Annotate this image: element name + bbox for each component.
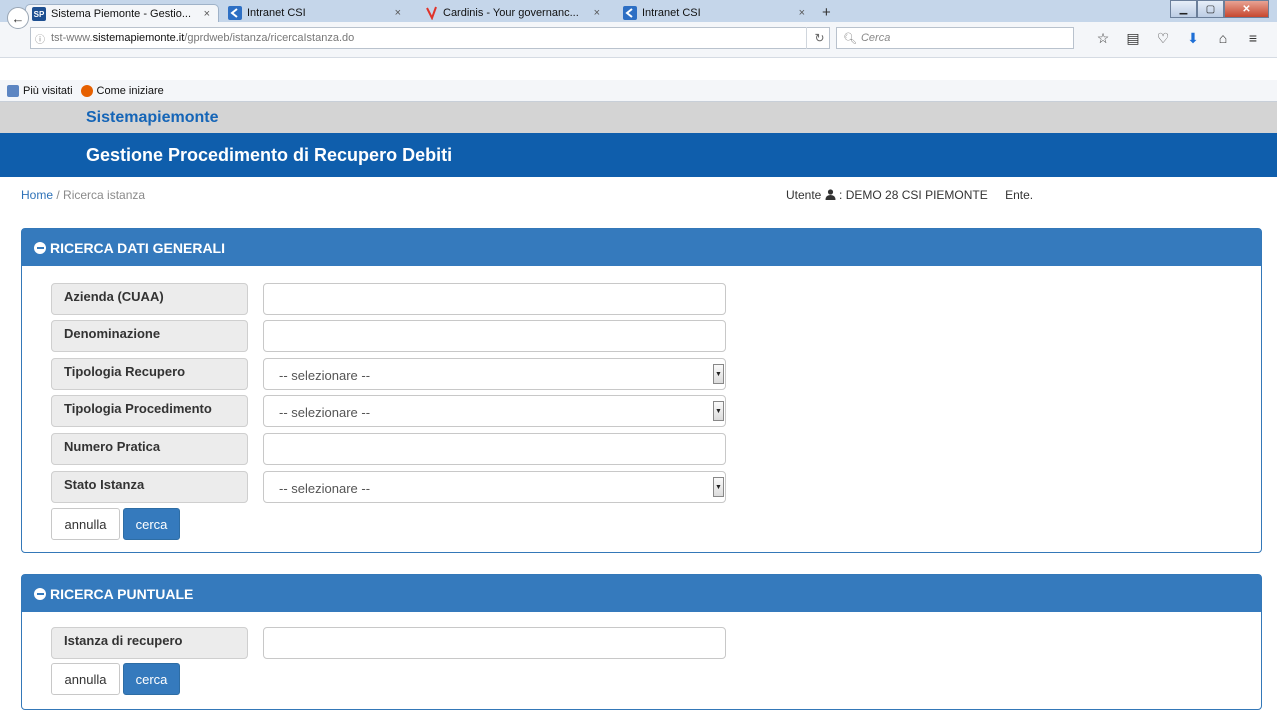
reading-list-icon[interactable]: ▤ xyxy=(1118,27,1148,49)
site-header: Sistemapiemonte xyxy=(0,102,1277,133)
user-name: : DEMO 28 CSI PIEMONTE xyxy=(839,188,988,202)
bookmark-piu-visitati[interactable]: Più visitati xyxy=(7,84,73,97)
label-stato-istanza: Stato Istanza xyxy=(51,471,248,503)
tab-title: Intranet CSI xyxy=(247,7,306,19)
search-icon: 🔍︎ xyxy=(843,32,857,45)
search-input[interactable]: 🔍︎ Cerca xyxy=(836,27,1074,49)
user-label: Utente xyxy=(786,188,822,202)
label-numero-pratica: Numero Pratica xyxy=(51,433,248,465)
label-istanza-di-recupero: Istanza di recupero xyxy=(51,627,248,659)
cardinis-favicon-icon xyxy=(424,6,438,20)
firefox-icon xyxy=(80,84,93,97)
user-icon xyxy=(825,188,839,202)
chevron-down-icon[interactable]: ▼ xyxy=(713,477,724,497)
label-azienda-cuaa: Azienda (CUAA) xyxy=(51,283,248,315)
istanza-di-recupero-input[interactable] xyxy=(263,627,726,659)
tipologia-recupero-select[interactable]: -- selezionare -- ▼ xyxy=(263,358,726,390)
browser-toolbar: ☆ ▤ ♡ ⬇ ⌂ ≡ xyxy=(1088,27,1268,49)
stato-istanza-select[interactable]: -- selezionare -- ▼ xyxy=(263,471,726,503)
panel-ricerca-puntuale: RICERCA PUNTUALE Istanza di recupero ann… xyxy=(21,574,1262,710)
url-prefix: tst-www. xyxy=(51,32,93,44)
collapse-icon[interactable] xyxy=(34,587,46,600)
panel-header[interactable]: RICERCA DATI GENERALI xyxy=(22,229,1261,266)
annulla-button[interactable]: annulla xyxy=(51,663,120,695)
menu-icon[interactable]: ≡ xyxy=(1238,27,1268,49)
cerca-button[interactable]: cerca xyxy=(123,508,180,540)
tab-title: Intranet CSI xyxy=(642,7,701,19)
user-ente: Ente. xyxy=(1005,188,1034,202)
bookmark-come-iniziare[interactable]: Come iniziare xyxy=(80,84,164,97)
csi-favicon-icon xyxy=(228,6,242,20)
select-value: -- selezionare -- xyxy=(279,405,371,420)
reload-icon[interactable]: ↻ xyxy=(806,27,832,49)
chevron-down-icon[interactable]: ▼ xyxy=(713,401,724,421)
chevron-down-icon[interactable]: ▼ xyxy=(713,364,724,384)
annulla-button[interactable]: annulla xyxy=(51,508,120,540)
close-tab-icon[interactable]: × xyxy=(594,7,600,19)
breadcrumb-current: Ricerca istanza xyxy=(63,188,146,202)
collapse-icon[interactable] xyxy=(34,241,46,254)
address-bar[interactable]: ⓘ tst-www. sistemapiemonte.it/gprdweb/ist… xyxy=(30,27,830,49)
user-info: Utente : DEMO 28 CSI PIEMONTE Ente. xyxy=(786,188,1033,202)
denominazione-input[interactable] xyxy=(263,320,726,352)
close-tab-icon[interactable]: × xyxy=(799,7,805,19)
search-placeholder: Cerca xyxy=(860,32,891,44)
breadcrumb-separator: / xyxy=(56,188,60,202)
panel-title: RICERCA DATI GENERALI xyxy=(50,239,225,256)
select-value: -- selezionare -- xyxy=(279,481,371,496)
breadcrumb-home-link[interactable]: Home xyxy=(21,188,53,202)
back-button[interactable]: ← xyxy=(7,7,29,29)
label-denominazione: Denominazione xyxy=(51,320,248,352)
bookmark-folder-icon xyxy=(7,84,19,97)
site-name-link[interactable]: Sistemapiemonte xyxy=(86,109,218,127)
sp-favicon-icon: SP xyxy=(32,7,46,21)
bookmark-label: Come iniziare xyxy=(96,84,164,97)
new-tab-button[interactable]: + xyxy=(822,4,831,21)
minimize-icon[interactable]: ▁ xyxy=(1170,0,1197,18)
panel-title: RICERCA PUNTUALE xyxy=(50,585,194,602)
tab-sistema-piemonte[interactable]: SP Sistema Piemonte - Gestio... × xyxy=(25,4,219,23)
app-header: Gestione Procedimento di Recupero Debiti xyxy=(0,133,1277,177)
bookmark-label: Più visitati xyxy=(23,84,73,97)
tab-cardinis[interactable]: Cardinis - Your governanc... × xyxy=(418,4,608,22)
numero-pratica-input[interactable] xyxy=(263,433,726,465)
tab-intranet-csi-2[interactable]: Intranet CSI × xyxy=(617,4,813,22)
maximize-icon[interactable]: ▢ xyxy=(1197,0,1224,18)
window-controls: ▁ ▢ ✕ xyxy=(1170,0,1269,18)
close-tab-icon[interactable]: × xyxy=(204,8,210,20)
close-tab-icon[interactable]: × xyxy=(395,7,401,19)
label-tipologia-procedimento: Tipologia Procedimento xyxy=(51,395,248,427)
url-path: /gprdweb/istanza/ricercaIstanza.do xyxy=(184,32,355,44)
bookmarks-bar: Più visitati Come iniziare xyxy=(0,80,1277,102)
arrow-left-icon: ← xyxy=(11,10,25,26)
tipologia-procedimento-select[interactable]: -- selezionare -- ▼ xyxy=(263,395,726,427)
pocket-icon[interactable]: ♡ xyxy=(1148,27,1178,49)
info-icon: ⓘ xyxy=(35,34,45,46)
panel-ricerca-dati-generali: RICERCA DATI GENERALI Azienda (CUAA) Den… xyxy=(21,228,1262,553)
download-icon[interactable]: ⬇ xyxy=(1178,27,1208,49)
csi-favicon-icon xyxy=(623,6,637,20)
tab-title: Sistema Piemonte - Gestio... xyxy=(51,8,191,20)
tab-intranet-csi-1[interactable]: Intranet CSI × xyxy=(222,4,409,22)
home-icon[interactable]: ⌂ xyxy=(1208,27,1238,49)
breadcrumb: Home / Ricerca istanza xyxy=(21,188,145,202)
url-domain: sistemapiemonte.it xyxy=(92,32,185,44)
close-window-icon[interactable]: ✕ xyxy=(1224,0,1269,18)
cerca-button[interactable]: cerca xyxy=(123,663,180,695)
tab-title: Cardinis - Your governanc... xyxy=(443,7,579,19)
label-tipologia-recupero: Tipologia Recupero xyxy=(51,358,248,390)
star-icon[interactable]: ☆ xyxy=(1088,27,1118,49)
select-value: -- selezionare -- xyxy=(279,368,371,383)
page-title: Gestione Procedimento di Recupero Debiti xyxy=(86,145,453,165)
panel-header[interactable]: RICERCA PUNTUALE xyxy=(22,575,1261,612)
azienda-cuaa-input[interactable] xyxy=(263,283,726,315)
